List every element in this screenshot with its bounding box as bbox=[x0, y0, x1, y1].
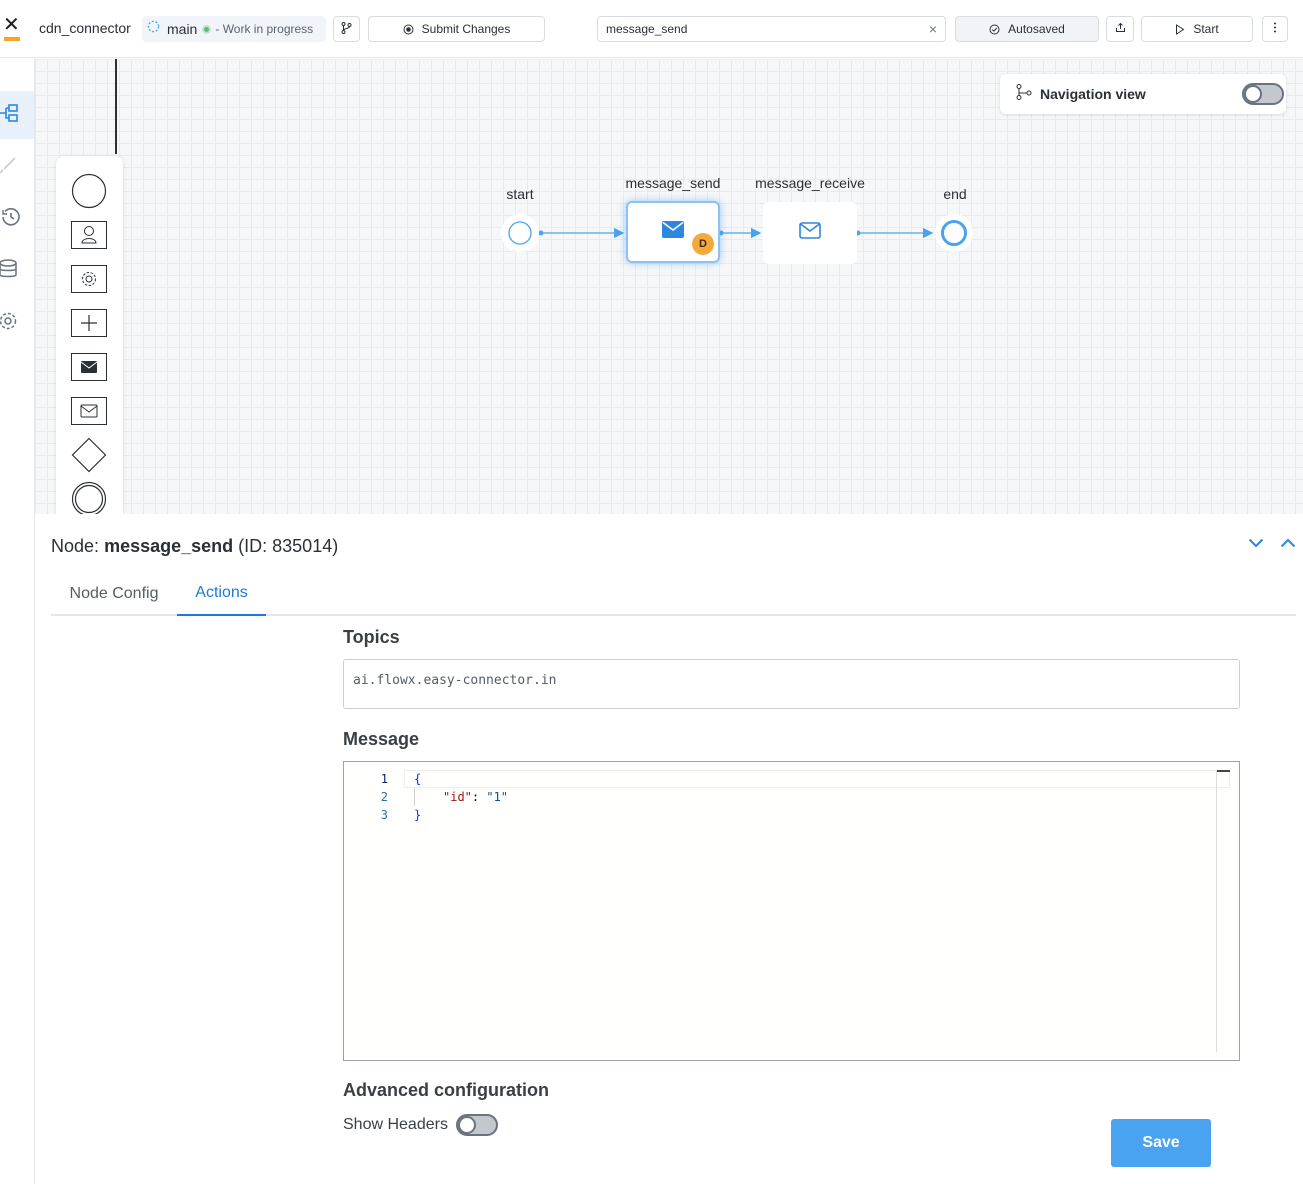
rail-item-styles[interactable] bbox=[0, 143, 34, 191]
branch-selector[interactable]: main - Work in progress bbox=[142, 16, 326, 42]
check-circle-icon bbox=[989, 24, 1000, 35]
gear-icon bbox=[0, 311, 20, 336]
status-dot-icon bbox=[202, 24, 212, 34]
node-label-end: end bbox=[943, 186, 967, 202]
topics-title: Topics bbox=[343, 627, 400, 647]
current-line-highlight bbox=[404, 770, 1230, 788]
message-send-node[interactable]: D bbox=[626, 201, 720, 263]
start-label: Start bbox=[1193, 22, 1219, 36]
message-receive-node[interactable] bbox=[763, 202, 857, 264]
line-number: 2 bbox=[380, 790, 388, 804]
brush-icon bbox=[0, 155, 18, 180]
more-vertical-icon bbox=[1273, 22, 1277, 36]
clear-icon[interactable]: × bbox=[929, 21, 937, 37]
draft-badge: D bbox=[692, 233, 714, 255]
node-title-prefix: Node: bbox=[51, 536, 100, 556]
history-icon bbox=[0, 207, 20, 232]
envelope-filled-icon bbox=[662, 221, 684, 243]
line-number: 1 bbox=[380, 772, 388, 786]
line-numbers: 1 2 3 bbox=[344, 770, 396, 824]
top-bar: ✕ cdn_connector main - Work in progress … bbox=[0, 0, 1303, 58]
branch-merge-button[interactable] bbox=[333, 16, 360, 42]
tab-node-config[interactable]: Node Config bbox=[51, 572, 177, 616]
search-field[interactable]: message_send × bbox=[597, 16, 946, 42]
tab-actions[interactable]: Actions bbox=[177, 572, 266, 616]
message-title: Message bbox=[343, 729, 420, 749]
node-tabs: Node Config Actions bbox=[51, 572, 1296, 616]
rail-item-history[interactable] bbox=[0, 195, 34, 243]
rail-item-process-designer[interactable] bbox=[0, 91, 34, 139]
editor-scrollbar[interactable] bbox=[1216, 770, 1217, 1052]
rail-item-settings[interactable] bbox=[0, 299, 34, 347]
topics-input[interactable]: ai.flowx.easy-connector.in bbox=[343, 659, 1240, 709]
export-button[interactable] bbox=[1106, 16, 1134, 42]
editor-minimap[interactable] bbox=[1216, 770, 1230, 772]
envelope-outline-icon bbox=[799, 222, 821, 244]
code-open-brace: { bbox=[414, 772, 422, 786]
rail-item-data-model[interactable] bbox=[0, 247, 34, 295]
git-branch-icon bbox=[341, 21, 352, 37]
node-label-start: start bbox=[506, 186, 534, 202]
show-headers-row: Show Headers bbox=[343, 1114, 498, 1136]
submit-changes-button[interactable]: Submit Changes bbox=[368, 16, 545, 42]
code-content[interactable]: { "id": "1" } bbox=[414, 770, 508, 824]
expand-panel-button[interactable] bbox=[1278, 534, 1298, 554]
autosaved-label: Autosaved bbox=[1008, 22, 1065, 36]
node-label-message-send: message_send bbox=[625, 175, 721, 191]
show-headers-toggle[interactable] bbox=[455, 1114, 498, 1136]
code-key: "id" bbox=[443, 790, 472, 804]
upload-icon bbox=[1115, 22, 1126, 36]
autosaved-button[interactable]: Autosaved bbox=[955, 16, 1099, 42]
line-number: 3 bbox=[380, 808, 388, 822]
submit-changes-label: Submit Changes bbox=[421, 22, 511, 36]
chevron-up-icon bbox=[1280, 535, 1296, 553]
search-input[interactable]: message_send bbox=[606, 22, 929, 36]
app-logo[interactable]: ✕ bbox=[3, 15, 21, 41]
play-icon bbox=[1175, 23, 1185, 35]
more-menu-button[interactable] bbox=[1262, 16, 1288, 42]
flow-connectors bbox=[538, 227, 934, 239]
save-button[interactable]: Save bbox=[1111, 1119, 1211, 1167]
code-close-brace: } bbox=[414, 808, 422, 822]
end-event-node[interactable] bbox=[935, 214, 973, 252]
node-label-message-receive: message_receive bbox=[755, 175, 865, 191]
node-title: Node: message_send (ID: 835014) bbox=[51, 536, 338, 557]
process-flow-icon bbox=[0, 103, 22, 128]
advanced-configuration-title: Advanced configuration bbox=[343, 1080, 550, 1100]
code-value: "1" bbox=[486, 790, 509, 804]
record-icon bbox=[403, 24, 414, 35]
process-canvas[interactable]: Navigation view start message_send D mes… bbox=[35, 59, 1303, 514]
branch-icon bbox=[147, 20, 160, 38]
collapse-panel-button[interactable] bbox=[1246, 534, 1266, 554]
chevron-down-icon bbox=[1248, 535, 1264, 553]
node-title-name: message_send bbox=[104, 536, 234, 556]
show-headers-label: Show Headers bbox=[343, 1116, 448, 1133]
start-button[interactable]: Start bbox=[1141, 16, 1253, 42]
branch-status: - Work in progress bbox=[215, 22, 314, 36]
node-title-id: (ID: 835014) bbox=[238, 536, 339, 556]
database-icon bbox=[0, 258, 20, 284]
branch-name: main bbox=[167, 21, 198, 37]
start-event-node[interactable] bbox=[501, 214, 539, 252]
project-name: cdn_connector bbox=[39, 20, 131, 36]
code-colon: : bbox=[471, 790, 487, 804]
left-rail bbox=[0, 59, 35, 1184]
node-details-panel: Node: message_send (ID: 835014) Node Con… bbox=[35, 514, 1303, 1184]
message-code-editor[interactable]: 1 2 3 { "id": "1" } bbox=[343, 761, 1240, 1061]
